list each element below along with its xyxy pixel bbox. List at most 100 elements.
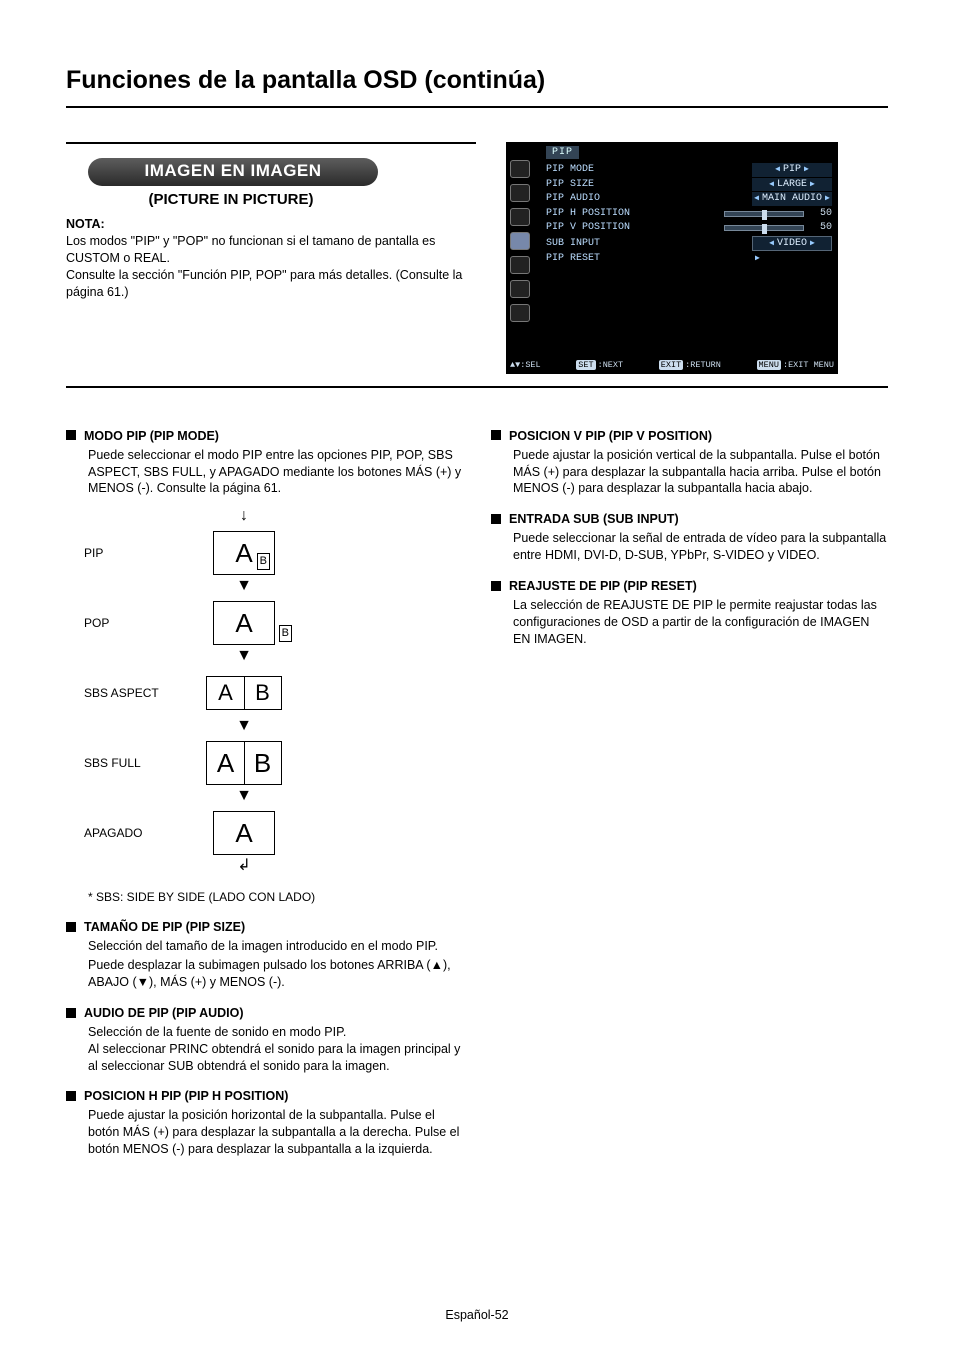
page-number: Español-52 (0, 1307, 954, 1324)
glyph-b: B (244, 750, 281, 776)
bullet-square-icon (491, 581, 501, 591)
bullet-square-icon (66, 430, 76, 440)
mode-row-sbs-aspect: SBS ASPECT A B (84, 665, 324, 721)
rule-mid (66, 142, 476, 144)
osd-row-mode: PIP MODE PIP (546, 163, 832, 177)
body-subinput: Puede seleccionar la señal de entrada de… (513, 530, 888, 564)
mode-row-sbs-full: SBS FULL A B (84, 735, 324, 791)
osd-value: LARGE (752, 178, 832, 192)
glyph-a: A (235, 820, 252, 846)
arrow-down-icon: ▼ (184, 651, 304, 665)
mode-label: PIP (84, 545, 184, 561)
body-tamano-1: Selección del tamaño de la imagen introd… (88, 938, 463, 955)
heading-modo-pip: MODO PIP (PIP MODE) (66, 428, 463, 445)
heading-subinput: ENTRADA SUB (SUB INPUT) (491, 511, 888, 528)
osd-category-icons (510, 160, 530, 322)
bullet-square-icon (66, 1091, 76, 1101)
body-modo-pip: Puede seleccionar el modo PIP entre las … (88, 447, 463, 498)
section-subtitle: (PICTURE IN PICTURE) (66, 190, 396, 210)
osd-value: PIP (752, 163, 832, 177)
osd-row-subinput: SUB INPUT VIDEO (546, 236, 832, 252)
arrow-down-icon: ▼ (184, 581, 304, 595)
rule-bottom (66, 386, 888, 388)
nota-text-2: Consulte la sección "Función PIP, POP" p… (66, 267, 476, 301)
mode-label: APAGADO (84, 825, 184, 841)
rule-top (66, 106, 888, 108)
osd-row-vpos: PIP V POSITION 50 (546, 221, 832, 235)
heading-hpos: POSICION H PIP (PIP H POSITION) (66, 1088, 463, 1105)
osd-icon-5 (510, 256, 530, 274)
osd-icon-1 (510, 160, 530, 178)
mode-label: SBS ASPECT (84, 685, 184, 701)
osd-slider (724, 225, 804, 231)
osd-wrap: PIP PIP MODE PIP PIP SIZE LARGE (506, 142, 888, 374)
osd-icon-6 (510, 280, 530, 298)
osd-value: 50 (808, 207, 832, 221)
osd-label: PIP MODE (546, 163, 594, 177)
bullet-square-icon (491, 430, 501, 440)
osd-label: PIP AUDIO (546, 192, 600, 206)
mode-label: POP (84, 615, 184, 631)
osd-row-size: PIP SIZE LARGE (546, 178, 832, 192)
osd-footer-sel: ▲▼:SEL (510, 360, 541, 371)
sbs-footnote: * SBS: SIDE BY SIDE (LADO CON LADO) (88, 889, 463, 905)
column-left: MODO PIP (PIP MODE) Puede seleccionar el… (66, 414, 463, 1158)
osd-panel: PIP PIP MODE PIP PIP SIZE LARGE (506, 142, 838, 374)
glyph-a: A (235, 610, 252, 636)
body-vpos: Puede ajustar la posición vertical de la… (513, 447, 888, 498)
glyph-b-small: B (257, 553, 270, 570)
section-banner: IMAGEN EN IMAGEN (88, 158, 378, 186)
top-left-box: IMAGEN EN IMAGEN (PICTURE IN PICTURE) NO… (66, 142, 476, 374)
nota-text-1: Los modos "PIP" y "POP" no funcionan si … (66, 233, 476, 267)
heading-vpos: POSICION V PIP (PIP V POSITION) (491, 428, 888, 445)
bullet-square-icon (66, 1008, 76, 1018)
nota-label: NOTA: (66, 216, 476, 233)
osd-icon-4-pip (510, 232, 530, 250)
osd-footer-return: EXIT:RETURN (659, 360, 721, 371)
body-reset: La selección de REAJUSTE DE PIP le permi… (513, 597, 888, 648)
osd-value: VIDEO (752, 236, 832, 252)
arrow-down-icon: ▼ (184, 721, 304, 735)
glyph-a: A (235, 540, 252, 566)
osd-label: SUB INPUT (546, 237, 600, 251)
osd-arrow-icon (752, 252, 832, 266)
arrow-down-icon: ▼ (184, 791, 304, 805)
body-hpos: Puede ajustar la posición horizontal de … (88, 1107, 463, 1158)
osd-row-reset: PIP RESET (546, 252, 832, 266)
osd-label: PIP RESET (546, 252, 600, 266)
osd-title: PIP (546, 146, 579, 160)
arrow-down-icon: ↓ (184, 511, 304, 525)
column-right: POSICION V PIP (PIP V POSITION) Puede aj… (491, 414, 888, 1158)
arrow-loop-icon: ↳ (184, 861, 304, 875)
body-audio: Selección de la fuente de sonido en modo… (88, 1024, 463, 1075)
osd-icon-3 (510, 208, 530, 226)
heading-tamano: TAMAÑO DE PIP (PIP SIZE) (66, 919, 463, 936)
mode-row-apagado: APAGADO A (84, 805, 324, 861)
pip-mode-diagram: ↓ PIP A B ▼ POP A B ▼ SBS ASPECT (84, 511, 324, 875)
osd-value: MAIN AUDIO (752, 192, 832, 206)
glyph-b: B (244, 682, 281, 704)
mode-label: SBS FULL (84, 755, 184, 771)
osd-icon-7 (510, 304, 530, 322)
mode-row-pip: PIP A B (84, 525, 324, 581)
osd-footer-next: SET:NEXT (576, 360, 623, 371)
osd-footer-exitmenu: MENU:EXIT MENU (757, 360, 834, 371)
top-row: IMAGEN EN IMAGEN (PICTURE IN PICTURE) NO… (66, 142, 888, 374)
glyph-b-small: B (279, 625, 292, 642)
glyph-a: A (207, 750, 244, 776)
osd-row-audio: PIP AUDIO MAIN AUDIO (546, 192, 832, 206)
osd-footer: ▲▼:SEL SET:NEXT EXIT:RETURN MENU:EXIT ME… (510, 360, 834, 371)
heading-audio: AUDIO DE PIP (PIP AUDIO) (66, 1005, 463, 1022)
osd-label: PIP V POSITION (546, 221, 630, 235)
glyph-a: A (207, 682, 244, 704)
body-tamano-2: Puede desplazar la subimagen pulsado los… (88, 957, 463, 991)
page-title: Funciones de la pantalla OSD (continúa) (66, 64, 888, 98)
bullet-square-icon (491, 514, 501, 524)
mode-row-pop: POP A B (84, 595, 324, 651)
osd-row-hpos: PIP H POSITION 50 (546, 207, 832, 221)
heading-reset: REAJUSTE DE PIP (PIP RESET) (491, 578, 888, 595)
osd-icon-2 (510, 184, 530, 202)
osd-label: PIP SIZE (546, 178, 594, 192)
osd-slider (724, 211, 804, 217)
columns: MODO PIP (PIP MODE) Puede seleccionar el… (66, 414, 888, 1158)
